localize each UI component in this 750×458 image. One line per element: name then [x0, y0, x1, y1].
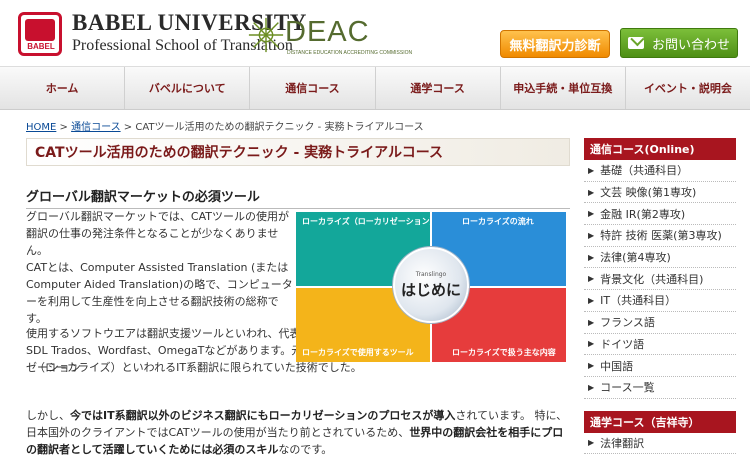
sidebar-item-label: 文芸 映像(第1専攻) — [600, 186, 697, 200]
nav-item-application[interactable]: 申込手続・単位互換 — [501, 67, 626, 109]
section-heading: グローバル翻訳マーケットの必須ツール — [26, 186, 570, 209]
localization-diagram: ローカライズ（ローカリゼーション）の定義 ローカライズの流れ ローカライズで使用… — [296, 212, 566, 362]
logo-mark — [25, 19, 55, 41]
breadcrumb-current: CATツール活用のための翻訳テクニック - 実務トライアルコース — [135, 122, 424, 133]
nav-item-online-course[interactable]: 通信コース — [250, 67, 376, 109]
triangle-right-icon: ▶ — [588, 187, 595, 197]
breadcrumb-online-course[interactable]: 通信コース — [71, 122, 121, 133]
sidebar-heading-campus: 通学コース（吉祥寺） — [584, 410, 736, 433]
triangle-right-icon: ▶ — [588, 274, 595, 284]
nav-item-campus-course[interactable]: 通学コース — [376, 67, 501, 109]
breadcrumb: HOME > 通信コース > CATツール活用のための翻訳テクニック - 実務ト… — [26, 118, 424, 133]
university-logo[interactable]: BABEL — [18, 12, 62, 56]
nav-item-about[interactable]: バベルについて — [125, 67, 251, 109]
sidebar-online-list: ▶ 基礎（共通科目） ▶ 文芸 映像(第1専攻) ▶ 金融 IR(第2専攻) ▶ 特許 … — [584, 160, 736, 399]
sidebar-item-label: コース一覧 — [600, 381, 655, 395]
triangle-right-icon: ▶ — [588, 339, 595, 349]
paragraph-4: しかし、今ではIT系翻訳以外のビジネス翻訳にもローカリゼーションのプロセスが導入… — [26, 407, 570, 458]
triangle-right-icon: ▶ — [588, 230, 595, 240]
triangle-right-icon: ▶ — [588, 295, 595, 305]
triangle-right-icon: ▶ — [588, 438, 595, 448]
triangle-right-icon: ▶ — [588, 317, 595, 327]
deac-star-icon — [248, 17, 284, 53]
triangle-right-icon: ▶ — [588, 382, 595, 392]
sidebar-campus-list: ▶ 法律翻訳 — [584, 433, 736, 455]
sidebar: 通信コース(Online) ▶ 基礎（共通科目） ▶ 文芸 映像(第1専攻) ▶ 金融… — [584, 138, 736, 455]
sidebar-heading-online: 通信コース(Online) — [584, 138, 736, 160]
sidebar-item[interactable]: ▶ 法律(第4専攻) — [584, 247, 736, 269]
triangle-right-icon: ▶ — [588, 361, 595, 371]
triangle-right-icon: ▶ — [588, 209, 595, 219]
breadcrumb-home[interactable]: HOME — [26, 122, 56, 133]
breadcrumb-separator: > — [120, 122, 136, 133]
sidebar-item-label: 法律(第4専攻) — [600, 251, 671, 265]
contact-button-label: お問い合わせ — [651, 37, 730, 53]
sidebar-item[interactable]: ▶ 法律翻訳 — [584, 433, 736, 455]
globe-small-label: Translingo — [415, 270, 447, 278]
page-title: CATツール活用のための翻訳テクニック - 実務トライアルコース — [26, 138, 570, 166]
sidebar-item[interactable]: ▶ 特許 技術 医薬(第3専攻) — [584, 225, 736, 247]
sidebar-item[interactable]: ▶ コース一覧 — [584, 377, 736, 399]
quadrant-label: ローカライズで扱う主な内容 — [452, 348, 556, 357]
sidebar-item-label: ドイツ語 — [600, 337, 645, 351]
deac-logo-text: DEAC — [285, 16, 370, 48]
sidebar-item[interactable]: ▶ ドイツ語 — [584, 334, 736, 356]
sidebar-item[interactable]: ▶ フランス語 — [584, 312, 736, 334]
triangle-right-icon: ▶ — [588, 165, 595, 175]
nav-item-events[interactable]: イベント・説明会 — [626, 67, 750, 109]
free-diagnosis-button[interactable]: 無料翻訳力診断 — [500, 30, 610, 58]
globe-label: はじめに — [400, 280, 461, 299]
contact-button[interactable]: お問い合わせ — [620, 28, 738, 58]
logo-small-text: BABEL — [27, 42, 55, 51]
sidebar-item[interactable]: ▶ IT（共通科目） — [584, 290, 736, 312]
sidebar-item[interactable]: ▶ 金融 IR(第2専攻) — [584, 203, 736, 226]
triangle-right-icon: ▶ — [588, 252, 595, 262]
sidebar-item-label: IT（共通科目） — [600, 294, 677, 308]
sidebar-item-label: 基礎（共通科目） — [600, 164, 689, 178]
sidebar-item-label: 特許 技術 医薬(第3専攻) — [600, 229, 722, 243]
sidebar-item[interactable]: ▶ 基礎（共通科目） — [584, 160, 736, 182]
sidebar-item-label: 背景文化（共通科目) — [600, 272, 704, 286]
quadrant-label: ローカライズの流れ — [462, 217, 534, 226]
deac-subtitle: DISTANCE EDUCATION ACCREDITING COMMISSIO… — [287, 50, 413, 56]
site-header: BABEL BABEL UNIVERSITY Professional Scho… — [0, 0, 750, 66]
breadcrumb-separator: > — [56, 122, 72, 133]
sidebar-item-label: 法律翻訳 — [600, 436, 645, 450]
main-nav: ホーム バベルについて 通信コース 通学コース 申込手続・単位互換 イベント・説… — [0, 66, 750, 110]
paragraph-2: CATとは、Computer Assisted Translation (または… — [26, 261, 293, 325]
p4-text: しかし、 — [26, 409, 70, 422]
sidebar-item-label: 金融 IR(第2専攻) — [600, 207, 686, 221]
sidebar-item[interactable]: ▶ 中国語 — [584, 355, 736, 377]
sidebar-item-label: 中国語 — [600, 359, 634, 373]
globe-icon: Translingo はじめに — [393, 247, 469, 323]
sidebar-item-label: フランス語 — [600, 316, 655, 330]
mail-icon — [627, 37, 644, 49]
p4-text: なのです。 — [278, 443, 333, 456]
sidebar-item[interactable]: ▶ 背景文化（共通科目) — [584, 268, 736, 291]
paragraph-1: グローバル翻訳マーケットでは、CATツールの使用が翻訳の仕事の発注条件となること… — [26, 210, 289, 257]
p4-highlight: 今ではIT系翻訳以外のビジネス翻訳にもローカリゼーションのプロセスが導入 — [70, 409, 456, 422]
quadrant-label: ローカライズで使用するツール — [302, 348, 414, 357]
sidebar-item[interactable]: ▶ 文芸 映像(第1専攻) — [584, 182, 736, 204]
nav-item-home[interactable]: ホーム — [0, 67, 126, 109]
